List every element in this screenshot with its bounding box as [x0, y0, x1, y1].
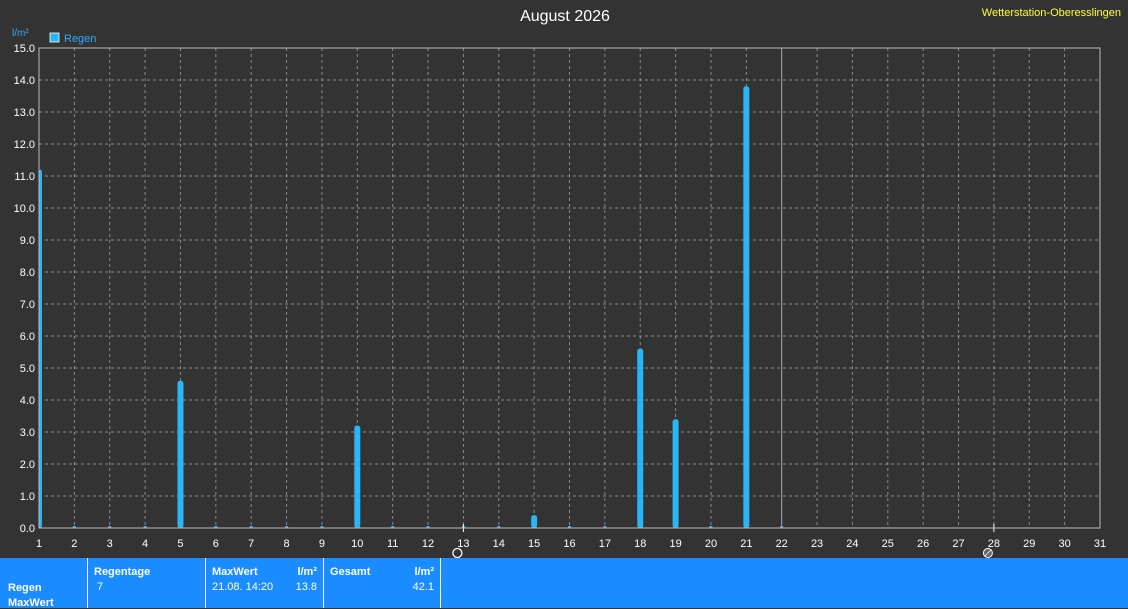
x-tick-label: 18 — [634, 538, 646, 550]
bar — [672, 419, 679, 528]
stats-panel: Regen MaxWert Regentage 7 MaxWert l/m² 2… — [0, 558, 1128, 609]
y-tick-label: 2.0 — [20, 459, 35, 471]
y-tick-label: 13.0 — [14, 107, 35, 119]
bar-series — [39, 86, 784, 529]
legend-swatch — [49, 32, 60, 43]
x-tick-label: 22 — [776, 538, 788, 550]
grid — [39, 48, 1100, 528]
y-axis-ticks: 0.0 1.0 2.0 3.0 4.0 5.0 6.0 7.0 8.0 9.0 10.0 11.0 12… — [14, 43, 35, 535]
x-tick-label: 31 — [1094, 538, 1106, 550]
x-tick-label: 19 — [669, 538, 681, 550]
x-tick-label: 8 — [284, 538, 290, 550]
x-tick-label: 3 — [107, 538, 113, 550]
y-tick-label: 6.0 — [20, 331, 35, 343]
station-name: Wetterstation-Oberesslingen — [982, 7, 1121, 19]
x-tick-label: 17 — [599, 538, 611, 550]
y-tick-label: 5.0 — [20, 363, 35, 375]
legend: Regen — [49, 32, 96, 45]
x-axis-ticks: 1 2 3 4 5 6 7 8 9 10 11 12 13 14 15 16 17 18 19 20 21 22 23 24 2… — [36, 538, 1106, 550]
bar — [743, 86, 750, 529]
x-tick-label: 6 — [213, 538, 219, 550]
full-moon-icon — [452, 547, 463, 558]
chart-title: August 2026 — [520, 8, 610, 25]
y-tick-label: 11.0 — [14, 171, 35, 183]
x-tick-label: 11 — [387, 538, 398, 550]
regentage-value: 7 — [97, 581, 104, 593]
rain-chart: August 2026 Wetterstation-Oberesslingen … — [12, 7, 1121, 558]
y-tick-label: 4.0 — [20, 395, 35, 407]
y-tick-label: 1.0 — [20, 491, 35, 503]
regentage-label: Regentage — [94, 566, 151, 578]
x-tick-label: 23 — [811, 538, 823, 550]
y-tick-label: 7.0 — [20, 299, 35, 311]
x-tick-label: 15 — [528, 538, 540, 550]
x-tick-label: 21 — [740, 538, 752, 550]
x-tick-label: 2 — [71, 538, 77, 550]
y-tick-label: 0.0 — [20, 523, 35, 535]
stats-row-labels: Regen MaxWert — [0, 558, 88, 609]
gesamt-label: Gesamt — [330, 566, 371, 578]
y-axis-unit: l/m² — [12, 28, 29, 39]
y-tick-label: 10.0 — [14, 203, 35, 215]
x-tick-label: 5 — [177, 538, 183, 550]
x-tick-label: 4 — [142, 538, 148, 550]
bar — [177, 380, 184, 528]
bar — [531, 515, 538, 528]
maxwert-label: MaxWert — [212, 566, 258, 578]
y-tick-label: 15.0 — [14, 43, 35, 55]
row-label-maxwert: MaxWert — [8, 597, 54, 609]
maxwert-unit: l/m² — [297, 566, 317, 578]
x-tick-label: 25 — [882, 538, 894, 550]
x-tick-label: 1 — [36, 538, 42, 550]
y-tick-label: 9.0 — [20, 235, 35, 247]
bar — [354, 425, 361, 528]
gesamt-value: 42.1 — [412, 581, 434, 593]
x-tick-label: 26 — [917, 538, 929, 550]
maxwert-value: 13.8 — [295, 581, 317, 593]
gesamt-unit: l/m² — [414, 566, 434, 578]
x-tick-label: 20 — [705, 538, 717, 550]
stats-gesamt: Gesamt l/m² 42.1 — [324, 558, 441, 608]
x-tick-label: 14 — [493, 538, 505, 550]
y-tick-label: 14.0 — [14, 75, 35, 87]
x-tick-label: 10 — [351, 538, 363, 550]
x-tick-label: 28 — [988, 538, 1000, 550]
maxwert-date: 21.08. 14:20 — [212, 581, 274, 593]
y-tick-label: 8.0 — [20, 267, 35, 279]
x-tick-label: 27 — [952, 538, 964, 550]
x-tick-label: 30 — [1059, 538, 1071, 550]
x-tick-label: 7 — [248, 538, 254, 550]
stats-regentage: Regentage 7 — [88, 558, 206, 608]
x-tick-label: 16 — [563, 538, 575, 550]
stats-maxwert: MaxWert l/m² 21.08. 14:20 13.8 — [206, 558, 324, 608]
bar — [637, 348, 644, 528]
y-tick-label: 3.0 — [20, 427, 35, 439]
row-label-regen: Regen — [8, 582, 42, 594]
y-tick-label: 12.0 — [14, 139, 35, 151]
x-tick-label: 24 — [846, 538, 858, 550]
x-tick-label: 12 — [422, 538, 434, 550]
legend-label: Regen — [64, 33, 96, 45]
x-tick-label: 9 — [319, 538, 325, 550]
x-tick-label: 29 — [1023, 538, 1035, 550]
